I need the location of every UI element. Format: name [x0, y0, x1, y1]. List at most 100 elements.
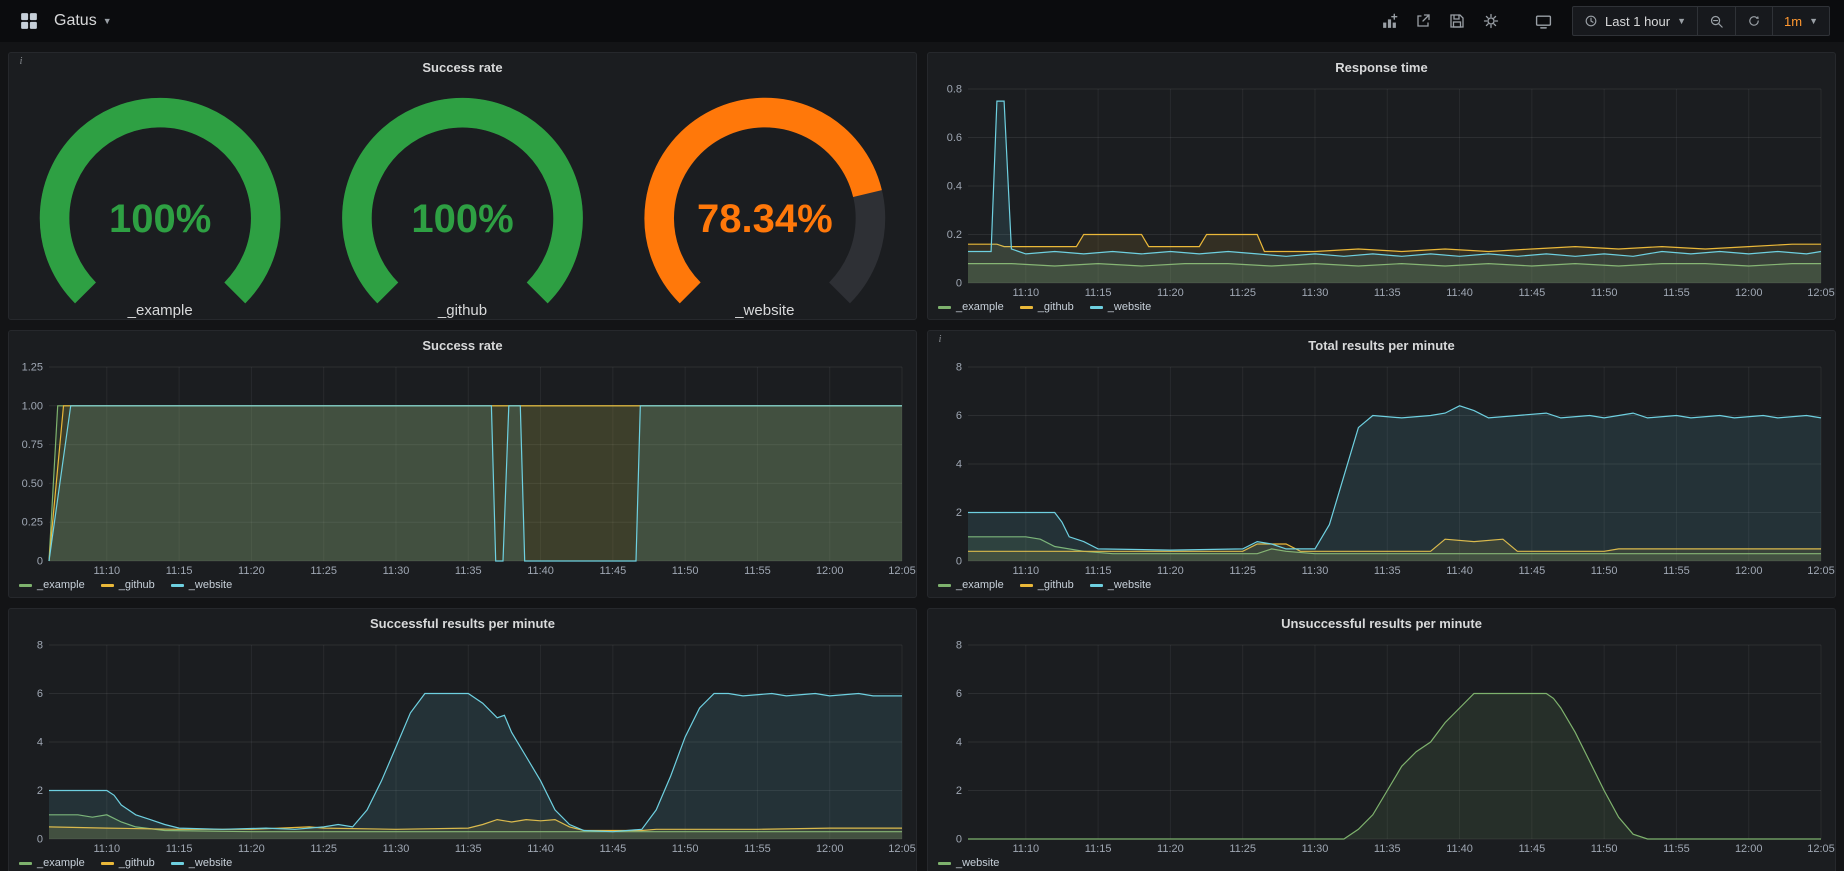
svg-text:12:05: 12:05 — [888, 843, 916, 855]
svg-text:11:45: 11:45 — [1518, 843, 1545, 855]
svg-text:_example: _example — [127, 302, 193, 319]
response-time-chart[interactable]: 00.20.40.60.811:1011:1511:2011:2511:3011… — [928, 79, 1835, 299]
zoom-out-button[interactable] — [1697, 6, 1736, 36]
svg-text:_website: _website — [734, 302, 794, 319]
panel-title[interactable]: Unsuccessful results per minute — [928, 609, 1835, 635]
legend-series-label: _example — [956, 579, 1004, 591]
panel-success-rate-gauges: i Success rate 100%_example100%_github78… — [8, 52, 917, 320]
svg-text:11:30: 11:30 — [383, 565, 410, 577]
tv-mode-button[interactable] — [1528, 6, 1558, 36]
svg-text:12:00: 12:00 — [816, 843, 844, 855]
legend-item-_website[interactable]: _website — [938, 857, 999, 869]
panel-title[interactable]: Successful results per minute — [9, 609, 916, 635]
svg-text:11:25: 11:25 — [1229, 843, 1256, 855]
svg-text:11:25: 11:25 — [1229, 287, 1256, 299]
svg-text:12:00: 12:00 — [816, 565, 844, 577]
legend-item-_example[interactable]: _example — [938, 301, 1004, 313]
svg-text:11:10: 11:10 — [93, 565, 120, 577]
legend-series-label: _github — [119, 857, 155, 869]
svg-text:11:30: 11:30 — [1302, 565, 1329, 577]
add-panel-button[interactable] — [1374, 6, 1404, 36]
svg-text:11:20: 11:20 — [238, 843, 265, 855]
share-button[interactable] — [1408, 6, 1438, 36]
svg-text:12:05: 12:05 — [1807, 843, 1835, 855]
save-button[interactable] — [1442, 6, 1472, 36]
legend-item-_github[interactable]: _github — [1020, 579, 1074, 591]
svg-text:_github: _github — [437, 302, 487, 319]
svg-text:11:15: 11:15 — [1085, 843, 1112, 855]
legend-item-_website[interactable]: _website — [1090, 579, 1151, 591]
svg-text:0.50: 0.50 — [22, 478, 43, 490]
legend-color-swatch — [171, 862, 184, 865]
panel-info-icon[interactable]: i — [15, 56, 27, 68]
legend-item-_example[interactable]: _example — [19, 857, 85, 869]
panel-successful-results: Successful results per minute 0246811:10… — [8, 608, 917, 871]
legend-item-_example[interactable]: _example — [938, 579, 1004, 591]
unsuccessful-results-chart[interactable]: 0246811:1011:1511:2011:2511:3011:3511:40… — [928, 635, 1835, 855]
refresh-interval-picker[interactable]: 1m ▼ — [1772, 6, 1830, 36]
legend-color-swatch — [1090, 306, 1103, 309]
legend-item-_github[interactable]: _github — [101, 579, 155, 591]
legend-item-_github[interactable]: _github — [101, 857, 155, 869]
svg-text:0.6: 0.6 — [947, 132, 962, 144]
svg-text:6: 6 — [956, 410, 962, 422]
svg-text:11:55: 11:55 — [744, 565, 771, 577]
svg-text:11:10: 11:10 — [93, 843, 120, 855]
chart-legend: _example _github _website — [9, 577, 916, 597]
svg-text:0: 0 — [37, 834, 43, 846]
panel-response-time: Response time 00.20.40.60.811:1011:1511:… — [927, 52, 1836, 320]
legend-color-swatch — [101, 584, 114, 587]
panel-title[interactable]: Total results per minute — [928, 331, 1835, 357]
legend-color-swatch — [1090, 584, 1103, 587]
refresh-button[interactable] — [1735, 6, 1773, 36]
panel-title[interactable]: Success rate — [9, 53, 916, 79]
svg-text:11:35: 11:35 — [1374, 843, 1401, 855]
legend-color-swatch — [938, 306, 951, 309]
svg-text:11:30: 11:30 — [383, 843, 410, 855]
success-rate-gauges[interactable]: 100%_example100%_github78.34%_website — [9, 79, 916, 319]
svg-text:11:45: 11:45 — [1518, 565, 1545, 577]
svg-text:8: 8 — [956, 362, 962, 374]
svg-text:0.4: 0.4 — [947, 181, 962, 193]
legend-color-swatch — [1020, 306, 1033, 309]
svg-text:0.25: 0.25 — [22, 517, 43, 529]
svg-text:0.8: 0.8 — [947, 84, 962, 96]
svg-text:0: 0 — [37, 556, 43, 568]
svg-text:11:50: 11:50 — [1591, 565, 1618, 577]
svg-text:11:25: 11:25 — [310, 565, 337, 577]
svg-text:1.00: 1.00 — [22, 400, 43, 412]
dashboard-title[interactable]: Gatus ▼ — [54, 12, 112, 30]
svg-text:2: 2 — [37, 785, 43, 797]
legend-item-_example[interactable]: _example — [19, 579, 85, 591]
panel-title[interactable]: Response time — [928, 53, 1835, 79]
time-range-picker[interactable]: Last 1 hour ▼ — [1572, 6, 1698, 36]
total-results-chart[interactable]: 0246811:1011:1511:2011:2511:3011:3511:40… — [928, 357, 1835, 577]
legend-item-_website[interactable]: _website — [171, 579, 232, 591]
svg-text:2: 2 — [956, 507, 962, 519]
success-rate-chart[interactable]: 00.250.500.751.001.2511:1011:1511:2011:2… — [9, 357, 916, 577]
svg-text:11:40: 11:40 — [527, 843, 554, 855]
grid-menu-icon[interactable] — [14, 6, 44, 36]
svg-text:11:40: 11:40 — [1446, 287, 1473, 299]
svg-text:6: 6 — [37, 688, 43, 700]
legend-item-_website[interactable]: _website — [1090, 301, 1151, 313]
legend-series-label: _website — [1108, 579, 1151, 591]
panel-title[interactable]: Success rate — [9, 331, 916, 357]
chevron-down-icon: ▼ — [1809, 16, 1818, 26]
successful-results-chart[interactable]: 0246811:1011:1511:2011:2511:3011:3511:40… — [9, 635, 916, 855]
settings-gear-button[interactable] — [1476, 6, 1506, 36]
svg-text:11:40: 11:40 — [1446, 565, 1473, 577]
legend-color-swatch — [171, 584, 184, 587]
svg-text:11:35: 11:35 — [1374, 565, 1401, 577]
legend-series-label: _github — [119, 579, 155, 591]
legend-color-swatch — [1020, 584, 1033, 587]
svg-text:11:35: 11:35 — [455, 843, 482, 855]
svg-text:11:15: 11:15 — [166, 565, 193, 577]
legend-series-label: _example — [956, 301, 1004, 313]
panel-total-results: i Total results per minute 0246811:1011:… — [927, 330, 1836, 598]
chevron-down-icon: ▼ — [103, 16, 112, 26]
legend-item-_website[interactable]: _website — [171, 857, 232, 869]
chart-legend: _example _github _website — [928, 299, 1835, 319]
legend-item-_github[interactable]: _github — [1020, 301, 1074, 313]
panel-info-icon[interactable]: i — [934, 334, 946, 346]
